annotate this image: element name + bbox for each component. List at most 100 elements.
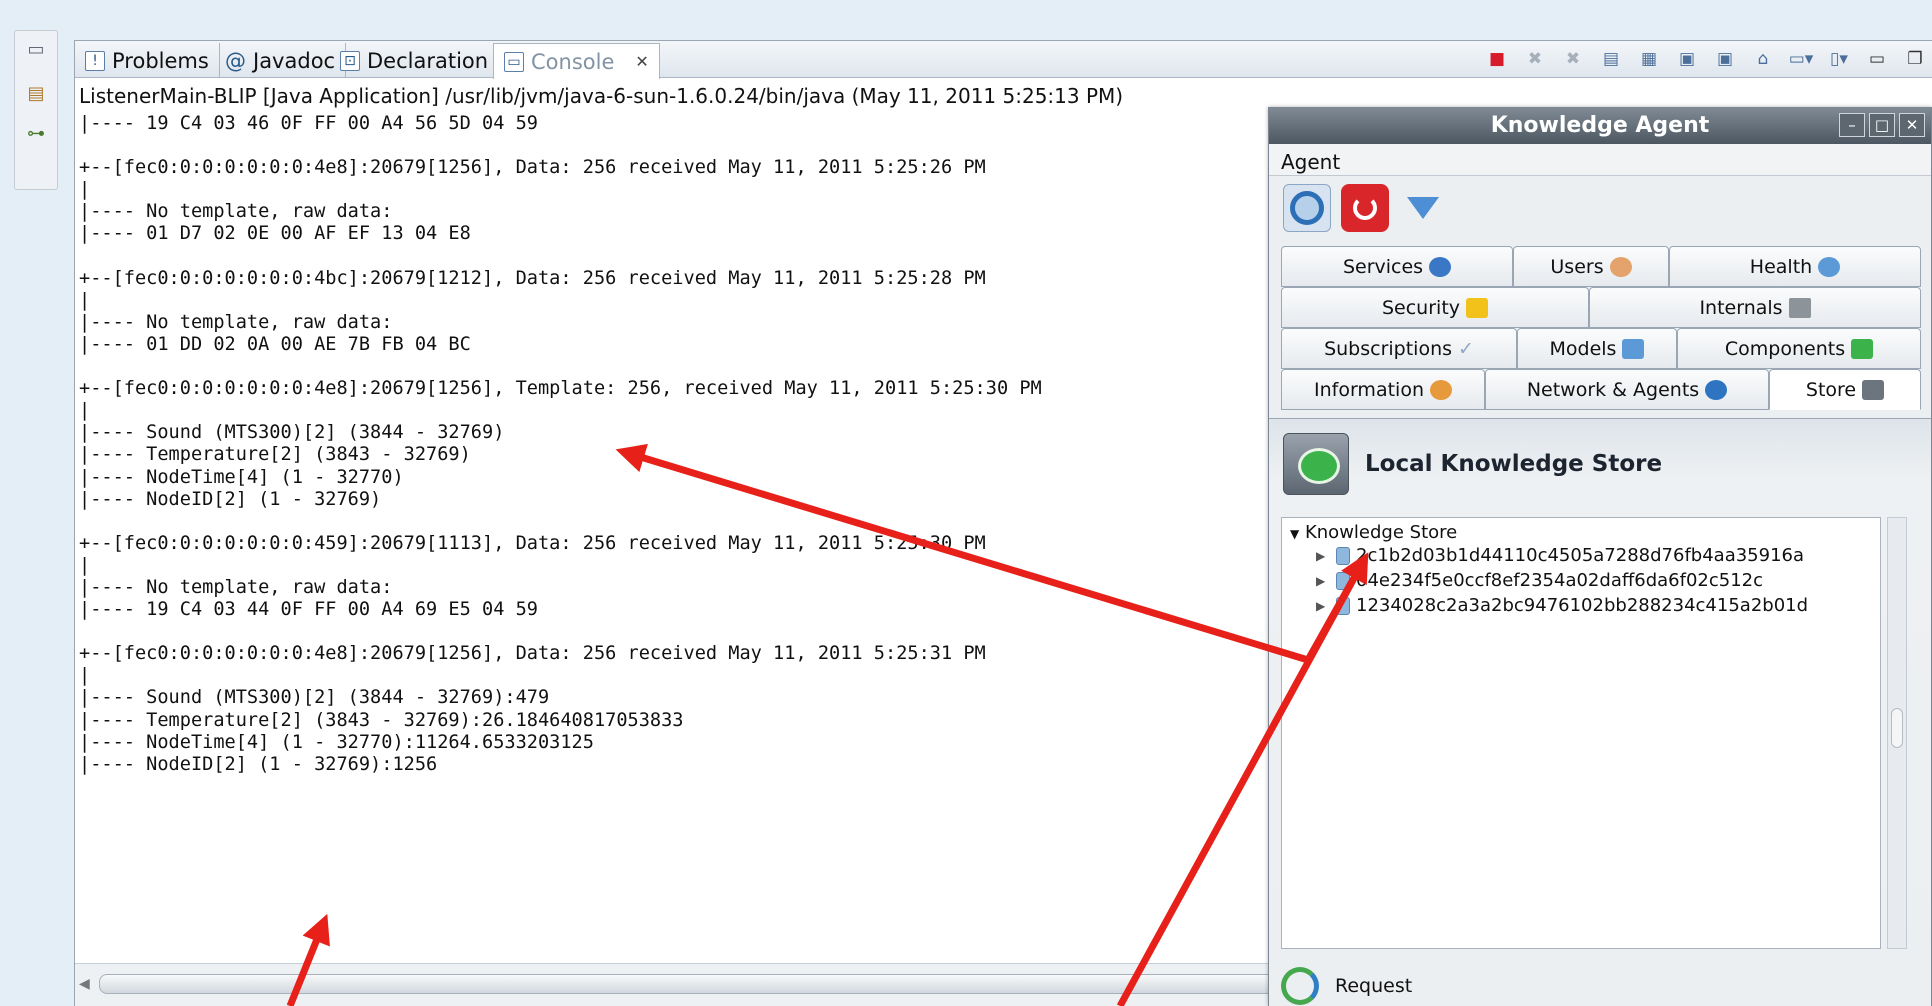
tab-users[interactable]: Users: [1513, 246, 1669, 287]
store-header: Local Knowledge Store: [1283, 433, 1662, 495]
tab-problems[interactable]: ! Problems: [75, 43, 220, 78]
tab-models[interactable]: Models: [1517, 328, 1677, 369]
minimize-icon[interactable]: ▭: [1864, 46, 1890, 72]
panel-title: Local Knowledge Store: [1365, 451, 1663, 477]
tab-network-agents[interactable]: Network & Agents: [1485, 369, 1769, 410]
open-console-icon[interactable]: ▯▾: [1826, 46, 1852, 72]
maximize-window-icon[interactable]: □: [1869, 113, 1895, 137]
tree-node[interactable]: ▶ 1234028c2a3a2bc9476102bb288234c415a2b01…: [1290, 593, 1872, 618]
tree-node[interactable]: ▶ 04e234f5e0ccf8ef2354a02daff6da6f02c512c: [1290, 568, 1872, 593]
show-on-output-icon[interactable]: ▣: [1674, 46, 1700, 72]
expand-icon[interactable]: ▶: [1316, 599, 1330, 613]
menu-agent[interactable]: Agent: [1269, 144, 1931, 176]
tab-store[interactable]: Store: [1769, 369, 1921, 410]
console-line: |---- Sound (MTS300)[2] (3844 - 32769):4…: [79, 687, 550, 709]
tab-label: Javadoc: [253, 48, 336, 73]
expand-icon[interactable]: ▼: [1290, 527, 1299, 541]
gear-icon[interactable]: [1283, 184, 1331, 232]
tab-information[interactable]: Information: [1281, 369, 1485, 410]
tab-label: Security: [1381, 296, 1461, 319]
console-line: |---- Temperature[2] (3843 - 32769):26.1…: [79, 709, 684, 731]
request-button[interactable]: Request: [1281, 967, 1412, 1005]
puzzle-icon: [1851, 338, 1874, 359]
console-line: |---- NodeID[2] (1 - 32769):1256: [79, 753, 438, 775]
console-line: |---- NodeTime[4] (1 - 32770): [79, 466, 404, 488]
maximize-icon[interactable]: ❐: [1902, 46, 1928, 72]
horizontal-scrollbar[interactable]: ◀: [75, 963, 1285, 1006]
console-line: +--[fec0:0:0:0:0:0:0:459]:20679[1113], D…: [79, 532, 986, 554]
restore-icon[interactable]: ▭: [25, 39, 47, 61]
store-id: 04e234f5e0ccf8ef2354a02daff6da6f02c512c: [1356, 570, 1763, 591]
checkmark-icon: ✓: [1458, 337, 1474, 360]
download-icon[interactable]: [1399, 184, 1447, 232]
scrollbar-thumb[interactable]: [1891, 708, 1903, 748]
agent-tabs: Services Users Health Security Internals…: [1281, 246, 1921, 410]
terminate-icon[interactable]: ■: [1484, 46, 1510, 72]
expand-icon[interactable]: ▶: [1316, 549, 1330, 563]
disk-icon: [1862, 379, 1885, 400]
agent-toolbar: [1269, 176, 1931, 240]
show-on-error-icon[interactable]: ▣: [1712, 46, 1738, 72]
tab-console[interactable]: ▭ Console ✕: [493, 43, 660, 79]
console-toolbar: ■ ✖ ✖ ▤ ▦ ▣ ▣ ⌂ ▭▾ ▯▾ ▭ ❐: [1484, 46, 1928, 72]
window-title[interactable]: Knowledge Agent: [1269, 108, 1931, 144]
chip-icon: [1788, 297, 1811, 318]
tree-root[interactable]: ▼ Knowledge Store: [1290, 522, 1872, 543]
console-icon: ▭: [504, 51, 524, 72]
scroll-left-icon[interactable]: ◀: [79, 976, 90, 992]
tab-label: Store: [1805, 378, 1857, 401]
model-icon: [1622, 338, 1645, 359]
console-line: |: [79, 554, 91, 576]
close-tab-icon[interactable]: ✕: [635, 52, 648, 71]
scroll-lock-icon[interactable]: ▤: [1598, 46, 1624, 72]
scrollbar-thumb[interactable]: [99, 974, 1279, 994]
close-window-icon[interactable]: ✕: [1899, 113, 1925, 137]
minimize-window-icon[interactable]: –: [1839, 113, 1865, 137]
console-line: |---- NodeTime[4] (1 - 32770):11264.6533…: [79, 731, 594, 753]
tab-security[interactable]: Security: [1281, 287, 1589, 328]
console-line: +--[fec0:0:0:0:0:0:0:4e8]:20679[1256], T…: [79, 378, 1042, 400]
tab-components[interactable]: Components: [1677, 328, 1921, 369]
tab-label: Console: [531, 49, 615, 74]
console-line: |---- No template, raw data:: [79, 201, 393, 223]
tab-label: Network & Agents: [1526, 378, 1700, 401]
console-line: |---- NodeID[2] (1 - 32769): [79, 488, 382, 510]
lock-icon: [1466, 297, 1489, 318]
tab-label: Users: [1550, 255, 1604, 278]
pin-console-icon[interactable]: ⌂: [1750, 46, 1776, 72]
power-icon[interactable]: [1341, 184, 1389, 232]
tab-label: Problems: [112, 48, 209, 73]
tab-javadoc[interactable]: @ Javadoc: [215, 43, 347, 78]
problems-icon: !: [85, 50, 105, 71]
tab-label: Information: [1314, 378, 1424, 401]
vertical-scrollbar[interactable]: [1887, 517, 1907, 949]
word-wrap-icon[interactable]: ▦: [1636, 46, 1662, 72]
display-console-icon[interactable]: ▭▾: [1788, 46, 1814, 72]
hierarchy-icon[interactable]: ⊶: [25, 123, 47, 145]
store-panel: Local Knowledge Store ▼ Knowledge Store …: [1269, 418, 1931, 1006]
remove-launch-icon[interactable]: ✖: [1522, 46, 1548, 72]
database-icon: [1336, 546, 1350, 565]
tree-root-label: Knowledge Store: [1304, 522, 1458, 543]
console-output[interactable]: |---- 19 C4 03 46 0F FF 00 A4 56 5D 04 5…: [79, 113, 1269, 943]
package-explorer-icon[interactable]: ▤: [25, 83, 47, 105]
console-line: |---- No template, raw data:: [79, 311, 393, 333]
tab-services[interactable]: Services: [1281, 246, 1513, 287]
console-line: |: [79, 179, 91, 201]
globe-icon: [1429, 256, 1452, 277]
monitor-icon: [1818, 256, 1841, 277]
tab-internals[interactable]: Internals: [1589, 287, 1921, 328]
tree-node[interactable]: ▶ 2c1b2d03b1d44110c4505a7288d76fb4aa35916…: [1290, 543, 1872, 568]
expand-icon[interactable]: ▶: [1316, 574, 1330, 588]
tab-declaration[interactable]: ⊡ Declaration: [330, 43, 500, 78]
tab-subscriptions[interactable]: Subscriptions ✓: [1281, 328, 1517, 369]
remove-all-icon[interactable]: ✖: [1560, 46, 1586, 72]
tab-health[interactable]: Health: [1669, 246, 1921, 287]
javadoc-icon: @: [225, 48, 246, 73]
database-icon: [1336, 596, 1350, 615]
process-label: ListenerMain-BLIP [Java Application] /us…: [79, 84, 1124, 108]
knowledge-store-tree[interactable]: ▼ Knowledge Store ▶ 2c1b2d03b1d44110c4505…: [1281, 517, 1881, 949]
tab-label: Components: [1724, 337, 1846, 360]
